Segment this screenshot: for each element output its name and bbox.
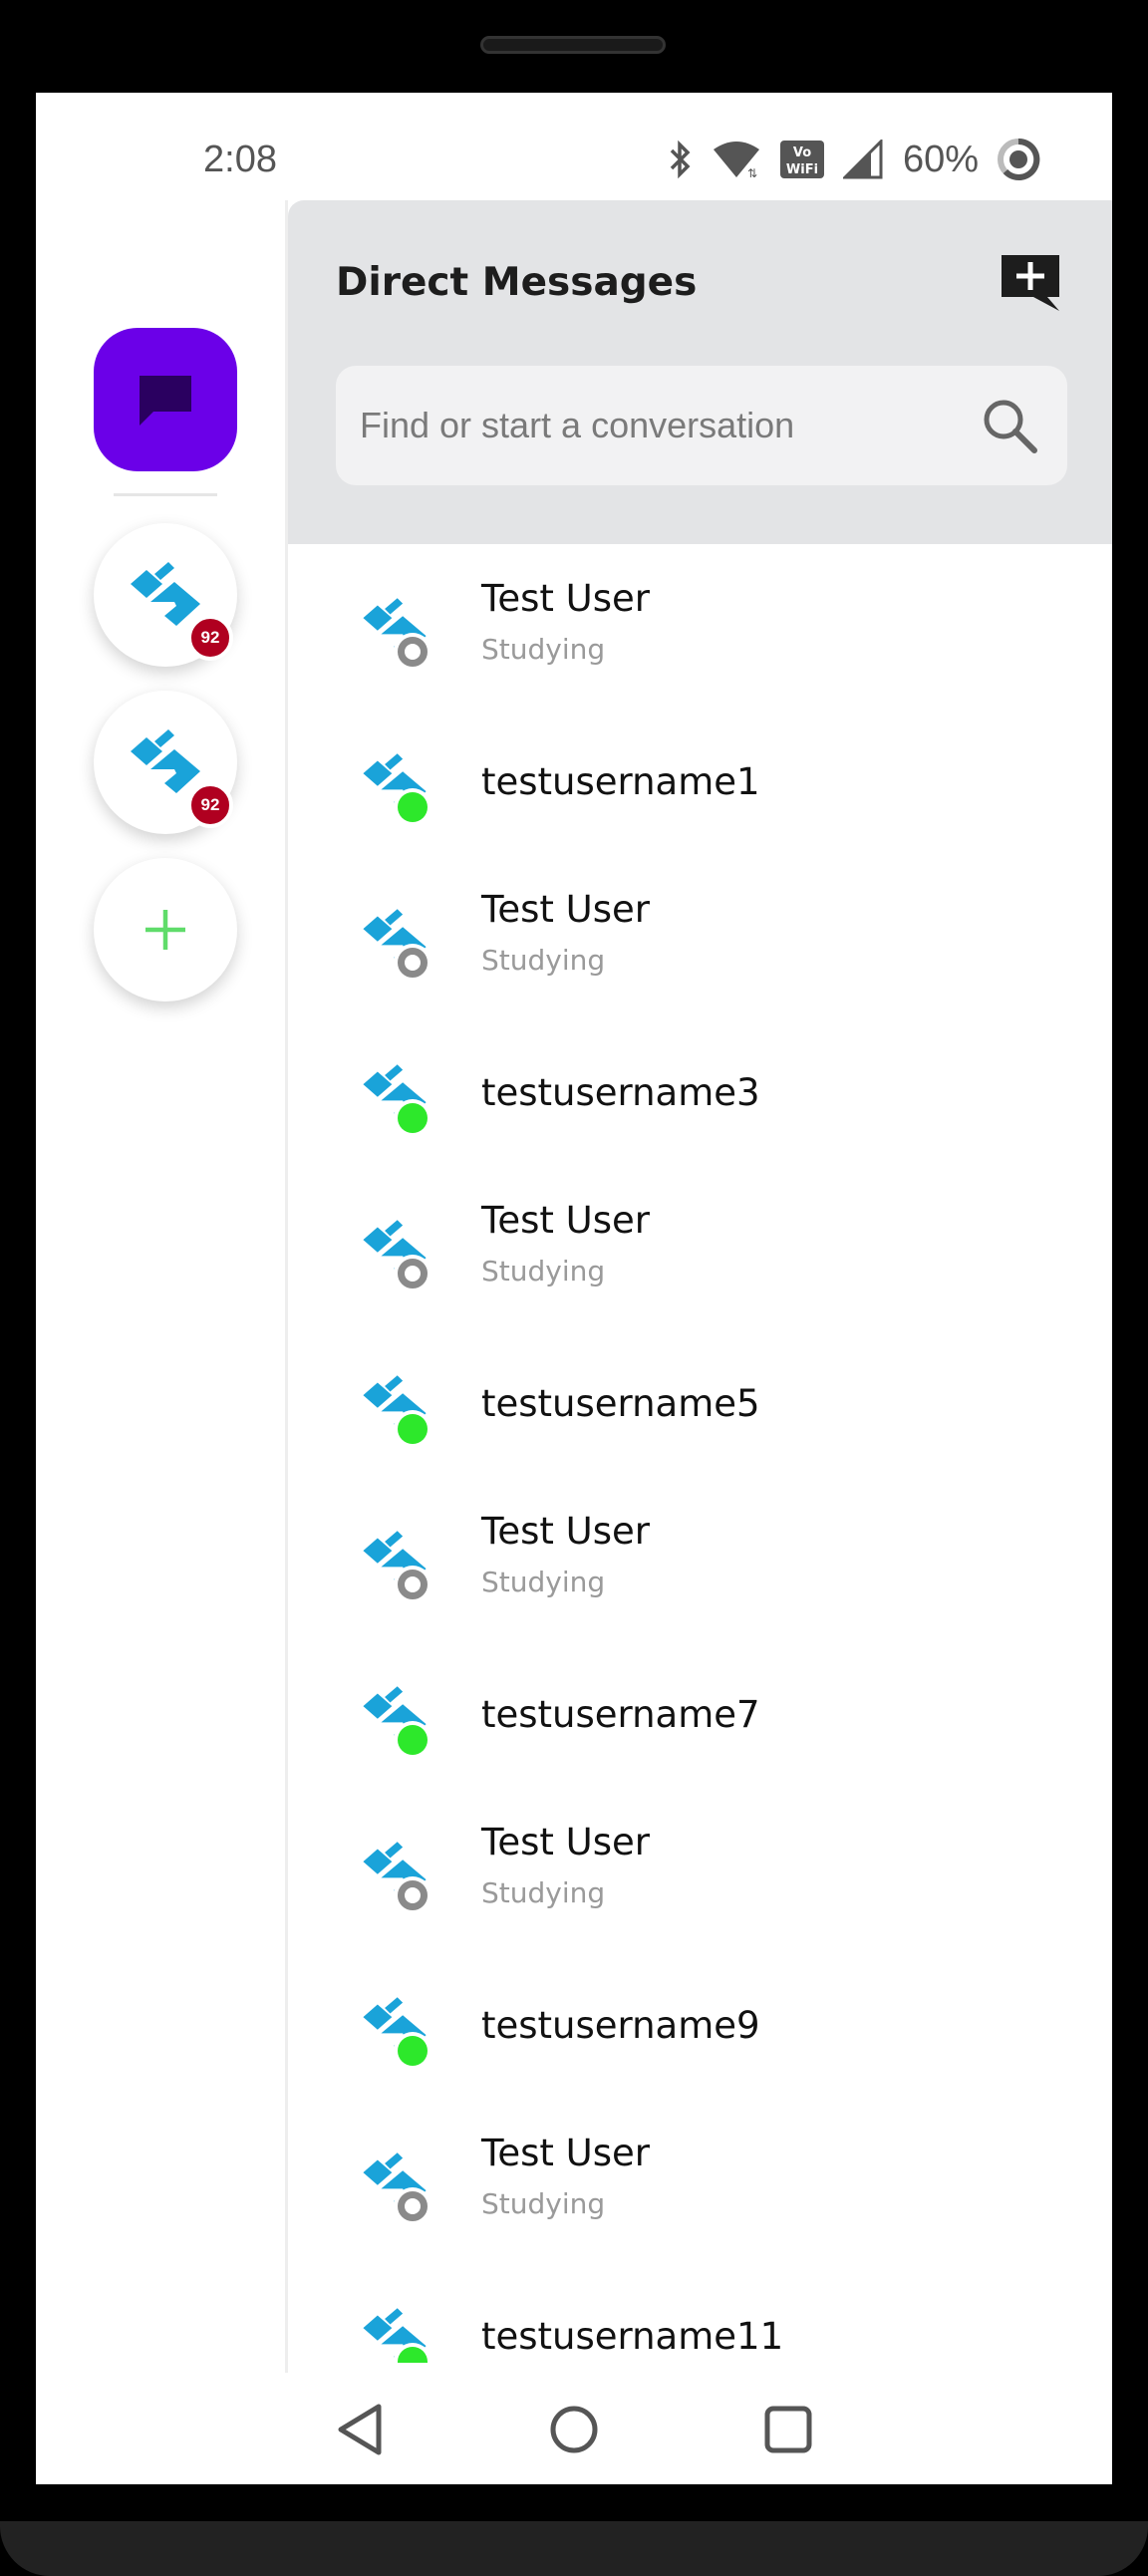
wifi-icon: ⇅ [713,142,759,179]
status-bar: 2:08 ⇅ Vo WiFi 60% [36,93,1112,202]
online-status-icon [394,1099,431,1137]
svg-text:WiFi: WiFi [786,162,818,177]
conversation-name: Test User [481,1821,650,1863]
bluetooth-icon [670,140,691,179]
add-server-button[interactable] [94,858,237,1002]
signal-icon [842,140,883,179]
plus-icon [145,910,185,950]
notification-badge: 92 [187,615,233,661]
status-icons: ⇅ Vo WiFi 60% [668,135,1040,184]
conversation-name: testusername7 [481,1693,760,1736]
conversation-status-text: Studying [481,2187,606,2220]
search-input[interactable] [360,366,958,485]
conversation-name: testusername11 [481,2315,784,2358]
back-button[interactable] [325,2395,395,2464]
conversation-name: Test User [481,1199,650,1242]
recents-button[interactable] [753,2395,823,2464]
screen: 2:08 ⇅ Vo WiFi 60% 92 92 Direct Messages… [36,93,1112,2484]
conversation-status-text: Studying [481,944,606,977]
server-rail: 92 92 [36,202,285,2375]
svg-text:⇅: ⇅ [747,166,757,179]
conversation-status-text: Studying [481,1255,606,1288]
conversation-name: Test User [481,1510,650,1553]
direct-messages-panel: Direct Messages Test User Studying testuse… [285,200,1112,2373]
chat-icon [140,376,191,426]
conversation-item[interactable]: testusername3 [288,1017,1112,1167]
conversation-name: testusername9 [481,2004,760,2047]
conversation-name: testusername5 [481,1382,760,1425]
conversation-item[interactable]: Test User Studying [288,1484,1112,1633]
search-box[interactable] [336,366,1067,485]
conversation-list: Test User Studying testusername1 Test User S… [288,559,1112,2363]
conversation-name: Test User [481,577,650,620]
conversation-item[interactable]: Test User Studying [288,559,1112,701]
server-icon[interactable]: 92 [94,691,237,834]
conversation-item[interactable]: Test User Studying [288,1173,1112,1322]
server-icon[interactable]: 92 [94,523,237,667]
battery-text: 60% [902,138,979,180]
conversation-item[interactable]: Test User Studying [288,862,1112,1011]
status-time: 2:08 [203,139,277,180]
vowifi-icon: Vo WiFi [779,141,824,178]
conversation-item[interactable]: Test User Studying [288,1795,1112,1944]
navigation-bar [36,2375,1112,2484]
offline-status-icon [394,2187,431,2225]
online-status-icon [394,788,431,826]
conversation-status-text: Studying [481,1566,606,1598]
online-status-icon [394,1721,431,1759]
offline-status-icon [394,1255,431,1292]
conversation-item[interactable]: Test User Studying [288,2106,1112,2255]
phone-frame: 2:08 ⇅ Vo WiFi 60% 92 92 Direct Messages… [0,0,1148,2576]
conversation-name: testusername3 [481,1071,760,1114]
svg-text:Vo: Vo [793,145,811,160]
conversation-item[interactable]: testusername5 [288,1328,1112,1478]
battery-icon [998,138,1040,180]
offline-status-icon [394,944,431,982]
conversation-status-text: Studying [481,1876,606,1909]
home-icon [550,2406,598,2453]
home-button[interactable] [539,2395,609,2464]
back-icon [338,2404,382,2455]
search-icon[interactable] [980,396,1039,455]
conversation-item[interactable]: testusername1 [288,707,1112,856]
conversation-name: Test User [481,888,650,931]
conversation-name: testusername1 [481,760,760,803]
new-message-button[interactable] [998,250,1063,316]
offline-status-icon [394,633,431,671]
conversation-name: Test User [481,2132,650,2174]
conversation-item[interactable]: testusername9 [288,1950,1112,2100]
rail-divider [114,493,217,496]
direct-messages-button[interactable] [94,328,237,471]
page-title: Direct Messages [336,260,698,305]
panel-header: Direct Messages [288,200,1112,544]
conversation-item[interactable]: testusername7 [288,1639,1112,1789]
notification-badge: 92 [187,782,233,828]
recents-icon [764,2406,812,2453]
new-message-icon [1002,255,1059,311]
offline-status-icon [394,1566,431,1603]
online-status-icon [394,1410,431,1448]
online-status-icon [394,2032,431,2070]
offline-status-icon [394,1876,431,1914]
phone-speaker [480,36,666,54]
phone-bottom-bezel [0,2521,1148,2576]
conversation-status-text: Studying [481,633,606,666]
conversation-item[interactable]: testusername11 [288,2261,1112,2363]
